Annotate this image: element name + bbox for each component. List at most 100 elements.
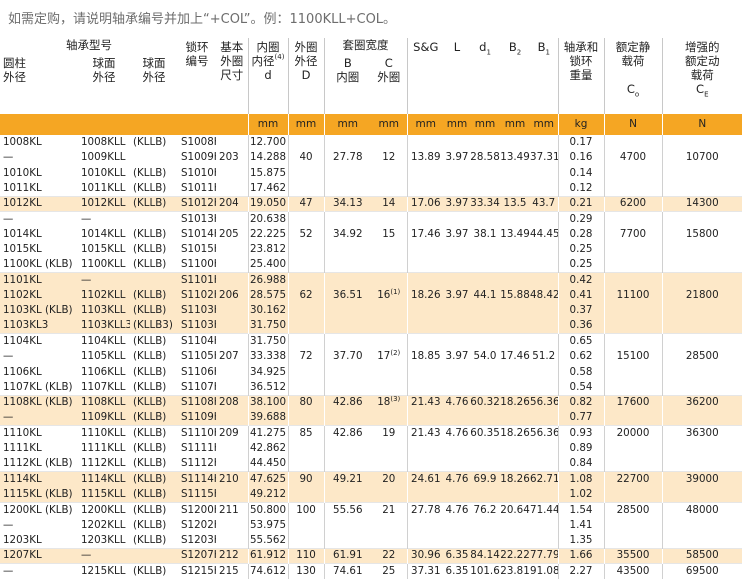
cell-B2 xyxy=(500,441,530,456)
cell-bore: 61.912 xyxy=(247,547,289,564)
cell-outer-width: 18(3) xyxy=(371,394,408,411)
table-row: 1112KL (KLB) 1112KLL (KLLB) S1112K 44.450 0.8… xyxy=(0,456,742,472)
table-row: 1114KL1114KLL(KLLB)S1114K21047.6259049.2… xyxy=(0,471,742,487)
cell-sg xyxy=(406,333,445,350)
cell-sphere-alt: (KLLB) xyxy=(133,518,167,531)
table-row: 1106KL 1106KLL (KLLB) S1106K 34.925 0.58 xyxy=(0,364,742,380)
cell-bore: 14.288 xyxy=(247,150,289,166)
cell-sphere-alt: (KLLB) xyxy=(130,303,179,319)
table-row: 1100KL (KLB) 1100KLL (KLLB) S1100K 25.400 0.2… xyxy=(0,257,742,273)
hdr-bearing-no: 轴承型号 xyxy=(0,38,179,52)
cell-od: 72 xyxy=(287,349,325,365)
cell-B2: 22.22 xyxy=(500,547,531,564)
cell-B2: 20.64 xyxy=(500,501,531,518)
cell-weight: 0.17 xyxy=(557,135,605,151)
cell-L xyxy=(444,135,470,150)
cell-basic-size: 208 xyxy=(216,394,249,411)
table-row: 1012KL1012KLL(KLLB)S1012K20419.0504734.1… xyxy=(0,195,742,212)
cell-static xyxy=(603,318,663,334)
cell-d1 xyxy=(470,135,500,150)
cell-outer-width xyxy=(371,533,407,548)
cell-weight: 0.89 xyxy=(557,440,605,457)
cell-bore: 15.875 xyxy=(247,165,289,181)
hdr-B2: B2 xyxy=(500,38,531,114)
cell-cylinder: — xyxy=(0,562,78,579)
hdr-basic-size: 基本 外圈 尺寸 xyxy=(216,38,249,114)
cell-outer-width xyxy=(371,242,407,257)
cell-collar: S1202K xyxy=(181,518,216,531)
cell-bore: 31.750 xyxy=(247,318,289,334)
cell-basic-size xyxy=(216,318,249,334)
cell-cylinder: — xyxy=(3,350,14,363)
cell-B1: 48.42 xyxy=(530,287,559,304)
cell-basic-size: 205 xyxy=(219,227,239,240)
cell-sphere: 1108KLL xyxy=(78,394,130,411)
cell-L: 3.97 xyxy=(444,195,471,212)
cell-static xyxy=(603,333,663,350)
hdr-d1: d1 xyxy=(470,38,501,114)
cell-L: 4.76 xyxy=(444,394,471,411)
cell-bore: 74.612 xyxy=(247,562,289,579)
cell-cylinder: 1103KL3 xyxy=(0,318,78,334)
table-row: 1008KL 1008KLL (KLLB) S1008K 12.700 0.17 xyxy=(0,135,742,151)
cell-collar: S1115K xyxy=(178,486,217,503)
cell-L: 4.76 xyxy=(444,501,471,518)
cell-inner-width: 49.21 xyxy=(323,471,372,487)
cell-static: 11100 xyxy=(603,287,663,304)
cell-bore: 47.625 xyxy=(247,471,289,487)
cell-cylinder: 1106KL xyxy=(3,365,42,378)
hdr-cylinder-od: 圆柱 外径 xyxy=(0,52,78,114)
cell-cylinder: 1101KL xyxy=(0,272,78,288)
cell-bore: 12.700 xyxy=(247,135,289,151)
cell-collar: S1112K xyxy=(181,457,216,470)
cell-outer-width: 12 xyxy=(382,151,396,164)
table-row: — 1105KLL (KLLB) S1105K207 33.3387237.70 17(2… xyxy=(0,349,742,365)
cell-B1: 43.7 xyxy=(530,195,559,212)
cell-basic-size xyxy=(216,533,248,548)
cell-sg xyxy=(406,364,445,380)
cell-basic-size xyxy=(216,380,248,395)
hdr-collar-no: 锁环 编号 xyxy=(178,38,217,114)
cell-static xyxy=(603,364,663,380)
table-row: — 1202KLL (KLLB) S1202K 53.975 1.41 xyxy=(0,517,742,533)
cell-od xyxy=(287,364,325,380)
cell-sg xyxy=(406,135,445,151)
cell-dynamic xyxy=(661,165,742,181)
cell-sg: 21.43 xyxy=(406,394,445,411)
cell-od xyxy=(287,272,325,288)
cell-od xyxy=(287,180,325,197)
cell-L xyxy=(444,210,471,227)
cell-static xyxy=(603,517,663,533)
cell-sphere: 1203KLL xyxy=(81,533,126,546)
cell-bore: 34.925 xyxy=(247,364,289,380)
cell-cylinder: 1110KL xyxy=(0,425,78,441)
hdr-ring-width: 套圈宽度 xyxy=(323,38,408,52)
hdr-sphere-od-2: 球面 外径 xyxy=(130,52,179,114)
cell-dynamic xyxy=(661,318,742,334)
cell-static xyxy=(603,257,663,273)
cell-basic-size: 209 xyxy=(216,425,249,441)
cell-collar: S1103K xyxy=(178,303,217,319)
cell-od xyxy=(287,318,325,334)
hdr-B1: B1 xyxy=(530,38,559,114)
cell-sg xyxy=(406,532,445,549)
cell-d1: 69.9 xyxy=(470,471,501,487)
cell-dynamic xyxy=(661,272,742,288)
cell-inner-width xyxy=(323,364,372,380)
cell-sg xyxy=(406,318,445,334)
table-row: 1107KL (KLB) 1107KLL (KLLB) S1107K 36.512 0.5… xyxy=(0,379,742,396)
cell-od xyxy=(287,333,325,350)
unit-d: mm xyxy=(247,114,289,135)
table-row: 1115KL (KLB)1115KLL(KLLB)S1115K 49.212 1.0… xyxy=(0,486,742,503)
cell-bore: 42.862 xyxy=(247,440,289,457)
cell-sphere: 1109KLL xyxy=(78,410,130,426)
cell-d1: 44.1 xyxy=(470,287,501,304)
cell-weight: 0.93 xyxy=(557,425,605,441)
unit-D: mm xyxy=(287,114,325,135)
cell-outer-width: 22 xyxy=(371,547,408,564)
cell-weight: 0.16 xyxy=(557,150,605,166)
unit-L: mm xyxy=(444,114,471,135)
hdr-static-load: 额定静 载荷 Co xyxy=(603,38,663,114)
cell-sphere-alt: (KLLB) xyxy=(133,442,167,455)
cell-weight: 0.42 xyxy=(557,272,605,288)
